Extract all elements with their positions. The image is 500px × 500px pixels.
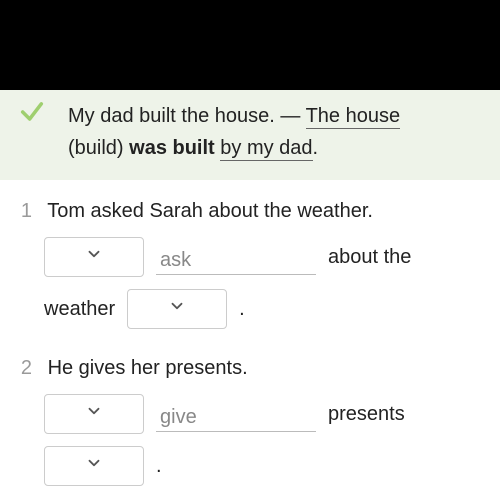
chevron-down-icon (85, 454, 103, 478)
example-text: My dad built the house. — The house (bui… (68, 100, 480, 164)
answer-text: presents (328, 403, 405, 426)
question-prompt: Tom asked Sarah about the weather. (47, 200, 373, 222)
chevron-down-icon (168, 297, 186, 321)
example-line1-prefix: My dad built the house. — (68, 105, 306, 127)
question-prompt: He gives her presents. (48, 357, 248, 379)
question-1-answer: ask about the weather . (44, 237, 482, 329)
question-2: 2 He gives her presents. give presents . (18, 357, 482, 486)
example-line1-underlined: The house (306, 105, 401, 129)
example-block: My dad built the house. — The house (bui… (0, 90, 500, 180)
questions-container: 1 Tom asked Sarah about the weather. ask… (0, 180, 500, 486)
example-line2-underlined: by my dad (220, 137, 312, 161)
dropdown-select[interactable] (127, 289, 227, 329)
dropdown-select[interactable] (44, 237, 144, 277)
chevron-down-icon (85, 402, 103, 426)
question-1-prompt-line: 1 Tom asked Sarah about the weather. (18, 200, 482, 223)
example-line2-bold: was built (129, 137, 220, 159)
question-2-prompt-line: 2 He gives her presents. (18, 357, 482, 380)
question-1: 1 Tom asked Sarah about the weather. ask… (18, 200, 482, 329)
question-number: 2 (18, 357, 32, 380)
top-black-bar (0, 0, 500, 90)
question-2-answer: give presents . (44, 394, 482, 486)
example-line2-period: . (313, 137, 319, 159)
question-number: 1 (18, 200, 32, 223)
sentence-period: . (156, 455, 162, 478)
answer-text: weather (44, 298, 115, 321)
dropdown-select[interactable] (44, 446, 144, 486)
check-icon (18, 98, 46, 126)
verb-input[interactable]: give (156, 396, 316, 432)
verb-input[interactable]: ask (156, 239, 316, 275)
sentence-period: . (239, 298, 245, 321)
answer-text: about the (328, 246, 411, 269)
dropdown-select[interactable] (44, 394, 144, 434)
example-line2-paren: (build) (68, 137, 129, 159)
chevron-down-icon (85, 245, 103, 269)
